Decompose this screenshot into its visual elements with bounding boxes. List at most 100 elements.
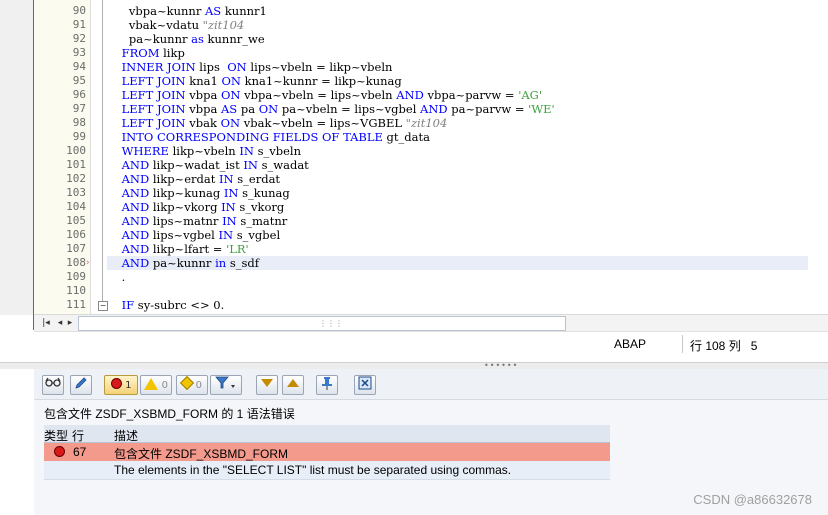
code-line[interactable]: INNER JOIN lips ON lips~vbeln = likp~vbe…	[107, 60, 393, 74]
table-row[interactable]: 67 包含文件 ZSDF_XSBMD_FORM	[44, 443, 610, 461]
error-toolbar: 1 0 0	[34, 369, 828, 400]
error-count: 1	[125, 380, 132, 391]
line-number: 95	[72, 74, 86, 87]
code-token: lips	[195, 60, 228, 74]
code-line[interactable]: IF sy-subrc <> 0.	[107, 298, 225, 312]
margin-divider	[33, 0, 34, 330]
fold-toggle-icon[interactable]: −	[98, 301, 108, 311]
code-token: vbpa~vbeln = lips~vbeln	[240, 88, 397, 102]
code-token: ON	[258, 102, 279, 116]
horizontal-scrollbar[interactable]: ⋮⋮⋮	[78, 316, 566, 331]
code-token: likp~kunag	[149, 186, 224, 200]
code-token: IN	[219, 172, 234, 186]
code-token: s_sdf	[226, 256, 259, 270]
previous-message-button[interactable]	[282, 375, 304, 395]
code-line[interactable]: AND likp~vkorg IN s_vkorg	[107, 200, 285, 214]
code-line[interactable]: vbpa~kunnr AS kunnr1	[107, 4, 267, 18]
code-token: s_kunag	[238, 186, 290, 200]
filter-warnings-button[interactable]: 0	[140, 375, 172, 395]
arrow-up-icon	[287, 379, 299, 387]
line-number: 104	[66, 200, 86, 213]
funnel-icon	[215, 376, 235, 389]
pencil-icon[interactable]	[70, 375, 92, 395]
code-line[interactable]: AND likp~wadat_ist IN s_wadat	[107, 158, 309, 172]
code-token: 'LR'	[226, 242, 249, 256]
code-token: s_matnr	[236, 214, 288, 228]
code-line[interactable]: AND pa~kunnr in s_sdf	[107, 256, 259, 270]
code-line[interactable]: INTO CORRESPONDING FIELDS OF TABLE gt_da…	[107, 130, 430, 144]
scroll-grip-icon[interactable]: ⋮⋮⋮	[319, 319, 343, 328]
code-token: 'WE'	[528, 102, 555, 116]
code-editor[interactable]: 90 91 92 93 94 95 96 97 98 99 100 101 102 103 104 105 10…	[0, 0, 828, 315]
code-token: AND	[121, 172, 150, 186]
code-token: IN	[239, 144, 254, 158]
filter-info-button[interactable]: 0	[176, 375, 208, 395]
code-token: vbpa	[185, 102, 221, 116]
code-line[interactable]: AND lips~matnr IN s_matnr	[107, 214, 288, 228]
code-line[interactable]: AND likp~lfart = 'LR'	[107, 242, 249, 256]
code-line[interactable]: vbak~vdatu "zit104	[107, 18, 244, 32]
code-token: AND	[121, 186, 150, 200]
error-icon	[110, 378, 122, 389]
code-line[interactable]: .	[107, 270, 126, 284]
col-desc-header: 描述	[114, 429, 139, 443]
vertical-scrollbar[interactable]	[808, 0, 828, 315]
filter-errors-button[interactable]: 1	[104, 375, 138, 395]
error-line-number: 67	[73, 445, 87, 459]
panel-splitter[interactable]: ••••••	[0, 362, 828, 370]
code-line[interactable]: LEFT JOIN vbak ON vbak~vbeln = lips~VGBE…	[107, 116, 448, 130]
code-token: IN	[243, 158, 258, 172]
code-token: vbak~vdatu	[107, 18, 203, 32]
line-number: 109	[66, 270, 86, 283]
pin-button[interactable]	[316, 375, 338, 395]
code-token: INTO CORRESPONDING FIELDS OF TABLE	[121, 130, 383, 144]
status-language: ABAP	[614, 337, 647, 351]
code-line[interactable]: LEFT JOIN kna1 ON kna1~kunnr = likp~kuna…	[107, 74, 402, 88]
code-token: IN	[223, 186, 239, 200]
line-number: 97	[72, 102, 86, 115]
filter-funnel-button[interactable]	[210, 375, 242, 395]
line-number: 98	[72, 116, 86, 129]
code-line[interactable]: LEFT JOIN vbpa ON vbpa~vbeln = lips~vbel…	[107, 88, 542, 102]
code-token: pa	[237, 102, 259, 116]
scroll-begin-icon[interactable]: |◂	[40, 317, 52, 329]
scroll-right-icon[interactable]: ▸	[64, 317, 76, 329]
code-token: likp~lfart =	[149, 242, 227, 256]
status-cursor-position: 行 108 列 5	[690, 339, 758, 353]
line-number: 90	[72, 4, 86, 17]
code-line[interactable]: AND likp~kunag IN s_kunag	[107, 186, 290, 200]
code-token: LEFT JOIN	[121, 116, 186, 130]
code-token: likp~vbeln	[168, 144, 240, 158]
code-token: AS	[205, 4, 222, 18]
error-table-header: 类型 行 描述	[44, 425, 610, 443]
code-line[interactable]: FROM likp	[107, 46, 185, 60]
code-token: lips~vgbel	[149, 228, 219, 242]
code-line[interactable]: WHERE likp~vbeln IN s_vbeln	[107, 144, 301, 158]
code-token: kna1~kunnr = likp~kunag	[240, 74, 402, 88]
code-token: vbpa~kunnr	[107, 4, 205, 18]
code-token: vbpa	[185, 88, 221, 102]
line-marker-icon: ›	[86, 258, 90, 268]
fold-guide-line	[102, 0, 103, 306]
line-number: 111	[66, 298, 86, 311]
code-line[interactable]: AND lips~vgbel IN s_vgbel	[107, 228, 281, 242]
warning-icon	[144, 378, 159, 390]
close-panel-button[interactable]	[354, 375, 376, 395]
glasses-icon[interactable]	[42, 375, 64, 395]
next-message-button[interactable]	[256, 375, 278, 395]
code-line[interactable]: AND likp~erdat IN s_erdat	[107, 172, 280, 186]
table-row[interactable]: The elements in the "SELECT LIST" list m…	[44, 461, 610, 480]
code-line[interactable]: pa~kunnr as kunnr_we	[107, 32, 265, 46]
col-line-header: 行	[72, 429, 85, 443]
code-token: sy-subrc <> 0.	[134, 298, 225, 312]
code-token: LEFT JOIN	[121, 74, 186, 88]
editor-left-margin	[0, 0, 34, 315]
code-line[interactable]: LEFT JOIN vbpa AS pa ON pa~vbeln = lips~…	[107, 102, 555, 116]
